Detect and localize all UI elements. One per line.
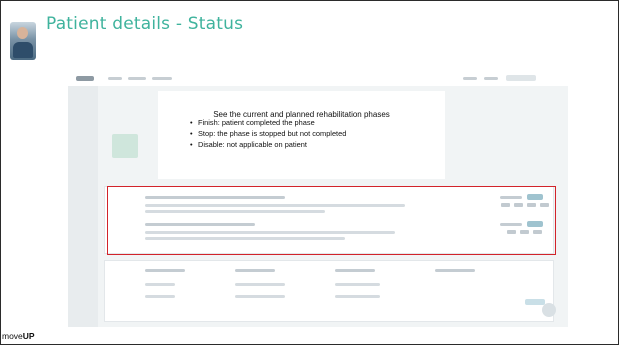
callout-list: Finish: patient completed the phase Stop… (190, 117, 346, 150)
nav-item (128, 77, 146, 80)
table-cell (335, 283, 380, 286)
nav-search (506, 75, 536, 81)
callout-item-finish: Finish: patient completed the phase (190, 117, 346, 128)
app-sidebar (68, 86, 98, 327)
nav-item (108, 77, 122, 80)
slide-title: Patient details - Status (46, 14, 244, 34)
app-top-bar (68, 72, 568, 86)
callout-item-stop: Stop: the phase is stopped but not compl… (190, 128, 346, 139)
help-button (542, 303, 556, 317)
table-cell (145, 283, 175, 286)
nav-item (463, 77, 477, 80)
table-header (145, 269, 185, 272)
presenter-shirt (13, 42, 33, 58)
brand-prefix: move (2, 331, 23, 341)
details-table (104, 260, 554, 322)
brand-suffix: UP (22, 331, 35, 341)
table-header (335, 269, 375, 272)
nav-item (152, 77, 172, 80)
app-green-tile (112, 134, 138, 158)
table-button (525, 299, 545, 305)
table-cell (335, 295, 380, 298)
table-cell (235, 295, 285, 298)
brand-logo: moveUP (2, 331, 35, 341)
table-cell (145, 295, 175, 298)
callout-item-disable: Disable: not applicable on patient (190, 139, 346, 150)
highlight-box (107, 186, 556, 255)
table-header (235, 269, 275, 272)
app-logo (76, 76, 94, 81)
table-header (435, 269, 475, 272)
presenter-face (17, 27, 28, 39)
callout-box: See the current and planned rehabilitati… (158, 91, 445, 179)
nav-item (484, 77, 498, 80)
table-cell (235, 283, 285, 286)
presenter-photo (10, 22, 36, 60)
